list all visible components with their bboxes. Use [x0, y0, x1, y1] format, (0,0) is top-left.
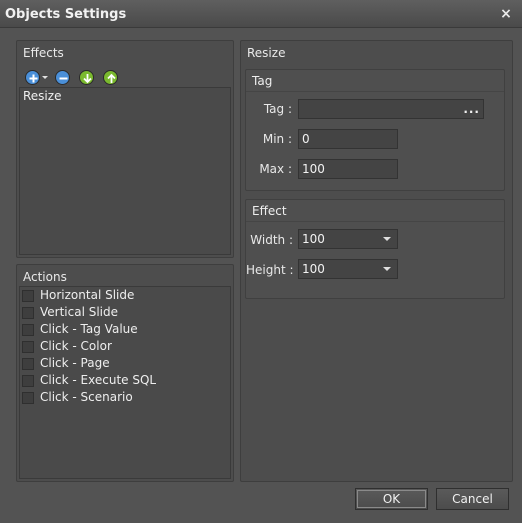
- tag-input[interactable]: ...: [298, 99, 484, 119]
- checkbox-label: Vertical Slide: [40, 305, 119, 319]
- window-title: Objects Settings: [5, 7, 127, 22]
- checkbox[interactable]: [22, 290, 34, 302]
- min-input[interactable]: 0: [298, 129, 398, 149]
- divider: [246, 221, 504, 222]
- width-label: Width :: [250, 233, 293, 247]
- chevron-down-icon[interactable]: [383, 237, 391, 241]
- chevron-down-icon[interactable]: [42, 76, 48, 79]
- chevron-down-icon[interactable]: [383, 267, 391, 271]
- checkbox[interactable]: [22, 358, 34, 370]
- width-value: 100: [302, 232, 325, 246]
- height-value: 100: [302, 262, 325, 276]
- height-label: Height :: [246, 263, 294, 277]
- cancel-button[interactable]: Cancel: [436, 488, 509, 510]
- height-select[interactable]: 100: [298, 259, 398, 279]
- effects-list[interactable]: [19, 87, 231, 255]
- checkbox[interactable]: [22, 324, 34, 336]
- effects-header: Effects: [23, 46, 64, 60]
- add-icon[interactable]: [25, 70, 40, 85]
- checkbox[interactable]: [22, 307, 34, 319]
- resize-header: Resize: [247, 46, 286, 60]
- close-icon[interactable]: ×: [496, 6, 516, 22]
- checkbox[interactable]: [22, 375, 34, 387]
- checkbox-label: Horizontal Slide: [40, 288, 135, 302]
- ok-button[interactable]: OK: [355, 488, 428, 510]
- min-label: Min :: [262, 132, 292, 146]
- max-label: Max :: [259, 162, 292, 176]
- list-item[interactable]: Resize: [23, 89, 61, 103]
- browse-tag-button[interactable]: ...: [463, 100, 480, 118]
- checkbox[interactable]: [22, 392, 34, 404]
- remove-icon[interactable]: [55, 70, 70, 85]
- effect-group: Effect: [245, 199, 505, 299]
- checkbox-label: Click - Page: [40, 356, 110, 370]
- checkbox[interactable]: [22, 341, 34, 353]
- checkbox-label: Click - Execute SQL: [40, 373, 157, 387]
- checkbox-label: Click - Scenario: [40, 390, 133, 404]
- move-up-icon[interactable]: [103, 70, 118, 85]
- width-select[interactable]: 100: [298, 229, 398, 249]
- actions-header: Actions: [23, 270, 67, 284]
- max-input[interactable]: 100: [298, 159, 398, 179]
- move-down-icon[interactable]: [79, 70, 94, 85]
- effect-group-header: Effect: [252, 204, 287, 218]
- tag-group-header: Tag: [252, 74, 273, 88]
- checkbox-label: Click - Color: [40, 339, 112, 353]
- checkbox-label: Click - Tag Value: [40, 322, 138, 336]
- divider: [246, 91, 504, 92]
- tag-label: Tag :: [263, 102, 292, 116]
- title-bar: Objects Settings ×: [0, 0, 522, 28]
